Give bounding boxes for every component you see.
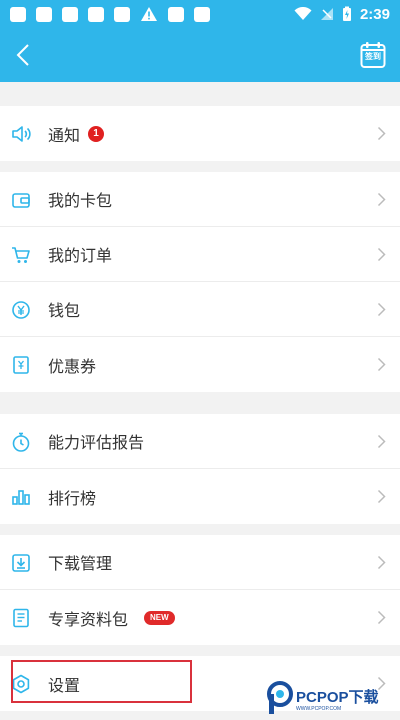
checkin-label: 签到 xyxy=(365,52,381,61)
section-learning: 能力评估报告 排行榜 xyxy=(0,414,400,524)
section-account: 我的卡包 我的订单 钱包 优惠券 xyxy=(0,172,400,392)
status-bar: 2:39 xyxy=(0,0,400,28)
menu-item-label: 我的订单 xyxy=(48,246,113,265)
chevron-right-icon xyxy=(377,434,386,449)
bar-chart-icon xyxy=(12,490,30,505)
notification-icon xyxy=(168,6,184,22)
chevron-right-icon xyxy=(377,126,386,141)
menu-item-wallet[interactable]: 钱包 xyxy=(0,282,400,337)
menu-item-exclusive-materials[interactable]: 专享资料包 NEW xyxy=(0,590,400,645)
menu-item-label: 专享资料包 xyxy=(48,609,129,629)
menu-item-notifications[interactable]: 通知 1 xyxy=(0,106,400,161)
status-time: 2:39 xyxy=(359,5,390,23)
menu-item-label: 通知 xyxy=(48,125,81,145)
chevron-right-icon xyxy=(377,192,386,207)
coupon-icon xyxy=(13,356,29,374)
stopwatch-icon xyxy=(12,432,30,452)
speaker-icon xyxy=(12,126,31,142)
menu-item-label: 能力评估报告 xyxy=(48,433,145,452)
app-header: 签到 xyxy=(0,28,400,82)
notification-icon xyxy=(10,6,26,22)
status-bar-right: 2:39 xyxy=(294,6,390,23)
menu-item-label: 排行榜 xyxy=(48,488,97,508)
watermark: PCPOP下载 WWW.PCPOP.COM xyxy=(266,680,394,718)
download-icon xyxy=(12,554,30,572)
notification-icon xyxy=(114,6,130,22)
chevron-right-icon xyxy=(377,610,386,625)
menu-item-label: 设置 xyxy=(48,675,81,695)
checkin-button[interactable]: 签到 xyxy=(360,41,386,69)
pcpop-logo-icon xyxy=(267,681,293,714)
notification-icon xyxy=(88,6,104,22)
watermark-url: WWW.PCPOP.COM xyxy=(296,706,342,712)
chevron-right-icon xyxy=(377,247,386,262)
menu-item-leaderboard[interactable]: 排行榜 xyxy=(0,469,400,524)
unread-badge: 1 xyxy=(88,125,105,142)
back-button[interactable] xyxy=(10,40,36,70)
yuan-coin-icon xyxy=(12,301,30,319)
menu-item-card-wallet[interactable]: 我的卡包 xyxy=(0,172,400,227)
warning-icon xyxy=(141,7,157,21)
menu-item-download-manager[interactable]: 下载管理 xyxy=(0,535,400,590)
card-wallet-icon xyxy=(12,193,30,208)
chevron-left-icon xyxy=(16,44,29,66)
notification-icon xyxy=(194,6,210,22)
chevron-right-icon xyxy=(377,357,386,372)
notification-icon xyxy=(62,6,78,22)
menu-item-assessment-report[interactable]: 能力评估报告 xyxy=(0,414,400,469)
menu-item-coupons[interactable]: 优惠券 xyxy=(0,337,400,392)
gear-icon xyxy=(12,674,30,694)
notification-icon xyxy=(36,6,52,22)
menu-item-orders[interactable]: 我的订单 xyxy=(0,227,400,282)
menu-item-label: 下载管理 xyxy=(48,554,113,573)
chevron-right-icon xyxy=(377,555,386,570)
wifi-icon xyxy=(294,7,312,20)
chevron-right-icon xyxy=(377,489,386,504)
battery-charging-icon xyxy=(342,6,351,21)
watermark-brand: PCPOP下载 xyxy=(296,689,379,706)
menu-item-label: 我的卡包 xyxy=(48,191,113,210)
cart-icon xyxy=(12,247,30,263)
document-icon xyxy=(13,608,29,628)
signal-icon xyxy=(320,8,333,20)
menu-item-label: 优惠券 xyxy=(48,356,97,376)
section-downloads: 下载管理 专享资料包 NEW xyxy=(0,535,400,645)
new-badge: NEW xyxy=(144,610,175,625)
menu-item-label: 钱包 xyxy=(48,301,81,320)
chevron-right-icon xyxy=(377,302,386,317)
section-notifications: 通知 1 xyxy=(0,106,400,161)
